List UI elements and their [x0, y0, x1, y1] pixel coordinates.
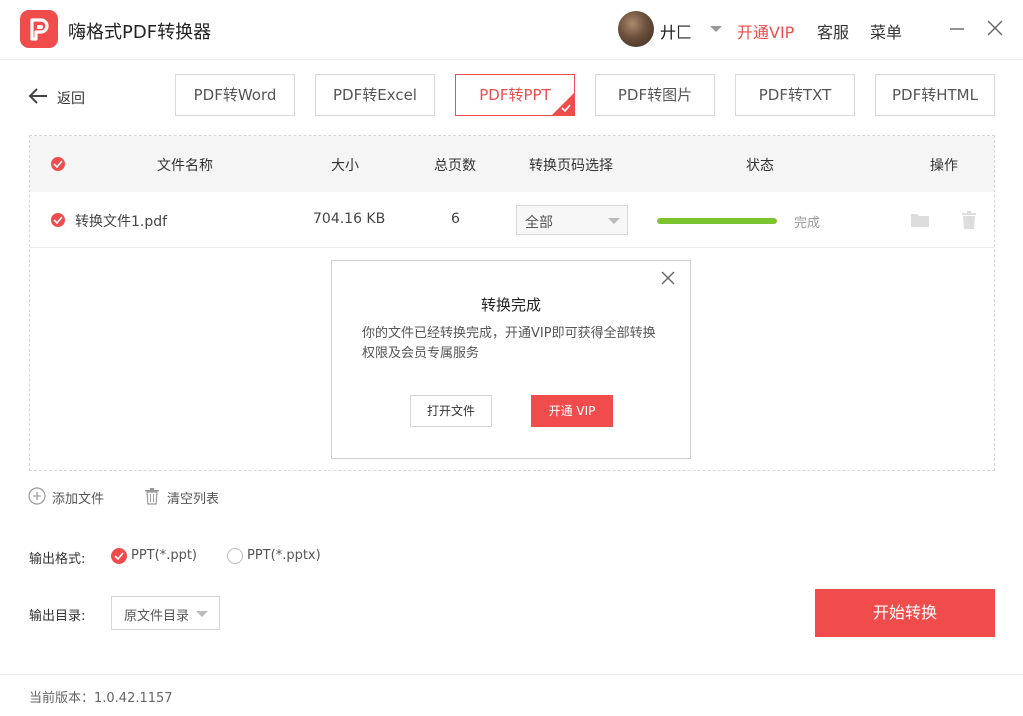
back-label: 返回	[57, 91, 85, 107]
row-file-name: 转换文件1.pdf	[75, 214, 168, 230]
trash-icon[interactable]	[959, 211, 979, 229]
app-logo-icon	[20, 10, 58, 48]
close-icon[interactable]	[985, 18, 1005, 38]
format-pptx-label[interactable]: PPT(*.pptx)	[247, 548, 321, 563]
avatar[interactable]	[618, 11, 654, 47]
tab-pdf-to-image[interactable]: PDF转图片	[595, 74, 715, 116]
app-title: 嗨格式PDF转换器	[68, 22, 212, 43]
output-dir-select[interactable]: 原文件目录	[111, 596, 220, 630]
close-icon[interactable]	[661, 270, 675, 285]
chevron-down-icon	[196, 611, 208, 617]
menu-link[interactable]: 菜单	[870, 19, 902, 43]
row-size: 704.16 KB	[313, 211, 386, 227]
check-icon	[561, 104, 571, 113]
title-bar: 嗨格式PDF转换器 廾匚 开通VIP 客服 菜单	[0, 0, 1023, 60]
minimize-icon[interactable]	[947, 18, 967, 38]
footer: 当前版本：1.0.42.1157	[0, 674, 1023, 716]
format-ppt-radio[interactable]	[111, 548, 127, 564]
back-arrow-icon	[28, 88, 47, 104]
username[interactable]: 廾匚	[660, 19, 692, 43]
output-dir-label: 输出目录:	[29, 609, 86, 624]
format-ppt-label[interactable]: PPT(*.ppt)	[131, 548, 197, 563]
header-actions: 操作	[930, 158, 958, 174]
header-pages: 总页数	[434, 158, 476, 174]
output-dir-value: 原文件目录	[124, 609, 190, 624]
tab-pdf-to-excel[interactable]: PDF转Excel	[315, 74, 435, 116]
start-convert-button[interactable]: 开始转换	[815, 589, 995, 637]
tab-pdf-to-word[interactable]: PDF转Word	[175, 74, 295, 116]
conversion-complete-dialog: 转换完成 你的文件已经转换完成，开通VIP即可获得全部转换权限及会员专属服务 打…	[331, 260, 691, 459]
page-range-value: 全部	[525, 215, 553, 231]
header-size: 大小	[331, 158, 359, 174]
header-status: 状态	[746, 158, 774, 174]
tab-pdf-to-html[interactable]: PDF转HTML	[875, 74, 995, 116]
format-pptx-radio[interactable]	[227, 548, 243, 564]
row-checkbox[interactable]	[51, 213, 65, 227]
table-header: 文件名称 大小 总页数 转换页码选择 状态 操作	[30, 136, 994, 192]
tab-pdf-to-ppt[interactable]: PDF转PPT	[455, 74, 575, 116]
progress-fill	[657, 218, 777, 224]
open-vip-link[interactable]: 开通VIP	[737, 19, 794, 43]
chevron-down-icon[interactable]	[710, 26, 722, 32]
chevron-down-icon	[608, 218, 620, 224]
output-format-label: 输出格式:	[29, 552, 86, 567]
page-range-select[interactable]: 全部	[516, 205, 628, 235]
open-file-button[interactable]: 打开文件	[410, 395, 492, 427]
version-text: 当前版本：1.0.42.1157	[29, 691, 173, 706]
app-window: 嗨格式PDF转换器 廾匚 开通VIP 客服 菜单 返回 PDF转Word PDF…	[0, 0, 1023, 716]
tab-label: PDF转PPT	[479, 86, 551, 104]
dialog-title: 转换完成	[480, 296, 541, 314]
clear-list-label: 清空列表	[167, 492, 220, 507]
status-text: 完成	[794, 216, 821, 231]
header-page-select: 转换页码选择	[529, 158, 613, 174]
open-vip-button[interactable]: 开通 VIP	[531, 395, 613, 427]
dialog-message: 你的文件已经转换完成，开通VIP即可获得全部转换权限及会员专属服务	[362, 326, 656, 361]
header-file-name: 文件名称	[157, 158, 213, 174]
progress-bar	[657, 218, 777, 224]
row-pages: 6	[451, 211, 460, 227]
folder-icon[interactable]	[910, 211, 930, 229]
trash-icon	[145, 488, 159, 505]
add-file-label: 添加文件	[52, 492, 105, 507]
select-all-checkbox[interactable]	[51, 157, 65, 171]
customer-service-link[interactable]: 客服	[817, 19, 849, 43]
table-row: 转换文件1.pdf 704.16 KB 6 全部 完成	[30, 192, 994, 248]
tab-pdf-to-txt[interactable]: PDF转TXT	[735, 74, 855, 116]
add-circle-icon	[28, 487, 46, 505]
